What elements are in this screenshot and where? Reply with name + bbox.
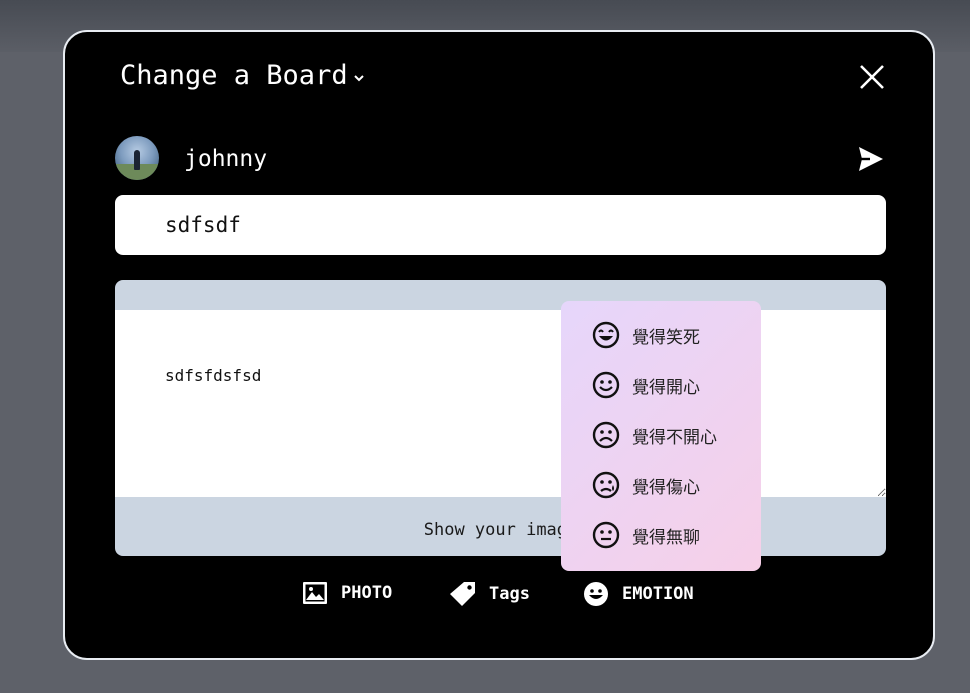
- emotion-item-unhappy[interactable]: 覺得不開心: [592, 420, 717, 450]
- image-upload-area[interactable]: Show your image: [115, 497, 886, 556]
- board-title-input[interactable]: [115, 195, 886, 255]
- emotion-item-happy[interactable]: 覺得開心: [592, 370, 700, 400]
- neutral-face-icon: [592, 521, 620, 549]
- photo-label: PHOTO: [341, 583, 393, 603]
- close-icon[interactable]: [859, 64, 885, 90]
- emotion-item-label: 覺得傷心: [632, 477, 700, 498]
- emotion-item-label: 覺得不開心: [632, 427, 717, 448]
- content-editor: sdfsfdsfsd Show your image: [115, 280, 886, 556]
- avatar: [115, 136, 159, 180]
- emotion-item-label: 覺得無聊: [632, 527, 700, 548]
- sad-tear-face-icon: [592, 471, 620, 499]
- emotion-label: EMOTION: [622, 584, 694, 604]
- emotion-menu: 覺得笑死 覺得開心 覺得不開心 覺得傷心 覺得無聊: [561, 301, 761, 571]
- smile-face-icon: [592, 371, 620, 399]
- laughing-face-icon: [592, 321, 620, 349]
- emotion-button[interactable]: EMOTION: [583, 581, 694, 607]
- emotion-item-label: 覺得笑死: [632, 327, 700, 348]
- image-icon: [303, 582, 327, 604]
- emotion-item-sad[interactable]: 覺得傷心: [592, 470, 700, 500]
- content-textarea[interactable]: sdfsfdsfsd: [115, 310, 886, 497]
- send-icon[interactable]: [857, 145, 885, 173]
- tags-button[interactable]: Tags: [448, 581, 530, 607]
- emotion-item-laughing[interactable]: 覺得笑死: [592, 320, 700, 350]
- tags-label: Tags: [489, 584, 530, 604]
- username: johnny: [184, 146, 268, 172]
- chevron-down-icon: [353, 74, 364, 81]
- emotion-item-label: 覺得開心: [632, 377, 700, 398]
- board-selector[interactable]: Change a Board: [120, 60, 366, 91]
- tag-icon: [450, 582, 475, 606]
- emotion-face-icon: [584, 582, 608, 606]
- emotion-item-bored[interactable]: 覺得無聊: [592, 520, 700, 550]
- modal-title: Change a Board: [120, 60, 348, 91]
- frown-face-icon: [592, 421, 620, 449]
- photo-button[interactable]: PHOTO: [302, 581, 392, 605]
- change-board-modal: Change a Board johnny sdfsfdsfsd Show yo…: [63, 30, 935, 660]
